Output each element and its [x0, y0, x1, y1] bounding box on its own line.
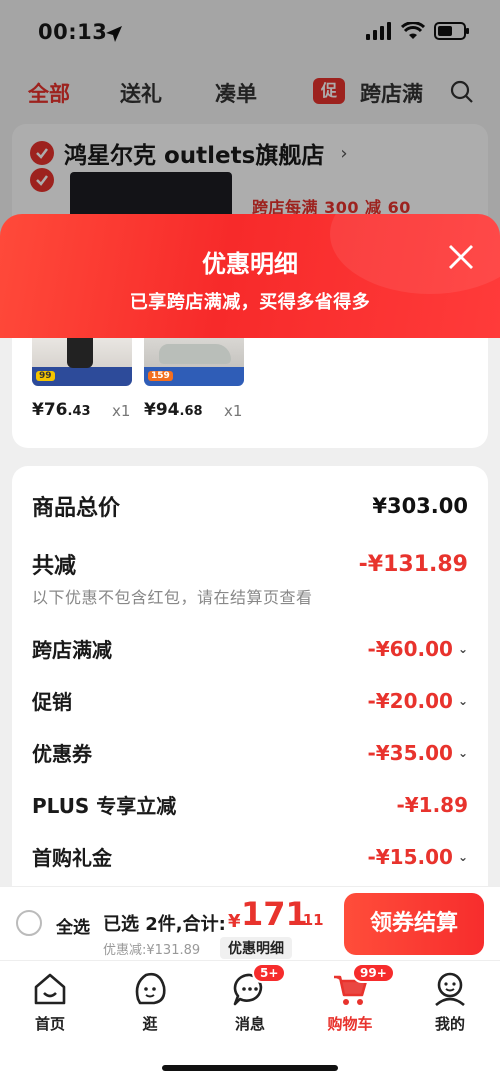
discount-row-coupon[interactable]: 优惠券 -¥35.00 ⌄ [32, 738, 468, 767]
tab-mine[interactable]: 我的 [410, 969, 490, 1034]
tab-browse[interactable]: 逛 [110, 969, 190, 1034]
discount-row-value: -¥15.00 ⌄ [367, 844, 468, 869]
home-indicator [162, 1065, 338, 1071]
item-qty: x1 [112, 402, 131, 420]
sheet-subtitle: 已享跨店满减，买得多省得多 [129, 292, 371, 313]
profile-icon [435, 972, 465, 1007]
items-card: 99 159 ¥76.43 x1 ¥94.68 x1 [12, 338, 488, 448]
item-price: ¥76.43 [32, 400, 91, 420]
discount-row-value: -¥35.00 ⌄ [367, 740, 468, 765]
total-discount-value: -¥131.89 [358, 551, 468, 577]
tab-home[interactable]: 首页 [10, 969, 90, 1034]
chevron-down-icon[interactable]: ⌄ [458, 642, 468, 656]
chevron-down-icon[interactable]: ⌄ [458, 694, 468, 708]
discount-row-value: -¥60.00 ⌄ [367, 636, 468, 661]
item-qty: x1 [224, 402, 243, 420]
checkout-button[interactable]: 领券结算 [344, 893, 484, 955]
discount-row-cross-store[interactable]: 跨店满减 -¥60.00 ⌄ [32, 634, 468, 663]
messages-badge: 5+ [252, 963, 287, 983]
close-icon[interactable] [446, 242, 476, 272]
goods-total-label: 商品总价 [32, 496, 121, 521]
discount-row-value: -¥20.00 ⌄ [367, 688, 468, 713]
discount-row-label: 首购礼金 [32, 846, 112, 870]
discount-row-label: 跨店满减 [32, 638, 112, 662]
tab-cart-label: 购物车 [327, 1015, 373, 1033]
summary-card: 商品总价 ¥303.00 共减 -¥131.89 以下优惠不包含红包，请在结算页… [12, 466, 488, 886]
browse-face-icon [135, 972, 166, 1005]
total-discount-label: 共减 [32, 554, 77, 579]
tab-mine-label: 我的 [434, 1015, 465, 1033]
tab-messages[interactable]: 5+ 消息 [210, 963, 290, 1034]
discount-row-label: 促销 [32, 690, 72, 714]
discount-row-value: -¥1.89 [396, 792, 468, 817]
discount-row-label: PLUS 专享立减 [32, 794, 177, 818]
discount-sheet-body: 99 159 ¥76.43 x1 ¥94.68 x1 商品总价 ¥303.00 … [0, 338, 500, 886]
discount-detail-button[interactable]: 优惠明细 [220, 937, 292, 959]
goods-total-row: 商品总价 ¥303.00 [32, 490, 468, 522]
select-all-radio[interactable] [16, 910, 42, 936]
select-all-label[interactable]: 全选 [56, 913, 90, 938]
item-price-badge: 99 [36, 371, 55, 381]
home-icon [34, 973, 66, 1005]
tab-messages-label: 消息 [234, 1015, 265, 1033]
checkout-bar: 全选 已选 2件,合计: ¥ 171 .11 优惠减:¥131.89 优惠明细 … [0, 886, 500, 960]
discount-row-label: 优惠券 [32, 742, 92, 766]
discount-summary: 优惠减:¥131.89 [103, 943, 201, 958]
chevron-down-icon[interactable]: ⌄ [458, 850, 468, 864]
discount-row-first-purchase[interactable]: 首购礼金 -¥15.00 ⌄ [32, 842, 468, 871]
discount-note: 以下优惠不包含红包，请在结算页查看 [32, 588, 313, 607]
item-thumbnail: 159 [144, 338, 244, 386]
cart-badge: 99+ [352, 963, 395, 983]
tab-browse-label: 逛 [142, 1015, 158, 1033]
discount-sheet-header: 优惠明细 已享跨店满减，买得多省得多 [0, 214, 500, 338]
item-price: ¥94.68 [144, 400, 203, 420]
total-amount-decimal: .11 [297, 911, 324, 929]
goods-total-value: ¥303.00 [372, 494, 468, 518]
discount-row-promotion[interactable]: 促销 -¥20.00 ⌄ [32, 686, 468, 715]
item-thumbnail: 99 [32, 338, 132, 386]
total-currency: ¥ [228, 911, 241, 932]
tab-home-label: 首页 [34, 1015, 65, 1033]
sheet-title: 优惠明细 [202, 250, 298, 278]
total-discount-row: 共减 -¥131.89 [32, 548, 468, 580]
discount-row-plus: PLUS 专享立减 -¥1.89 [32, 790, 468, 819]
item-price-badge: 159 [148, 371, 173, 381]
tab-cart[interactable]: 99+ 购物车 [310, 963, 395, 1034]
selected-info: 已选 2件,合计: [103, 914, 226, 935]
chevron-down-icon[interactable]: ⌄ [458, 746, 468, 760]
